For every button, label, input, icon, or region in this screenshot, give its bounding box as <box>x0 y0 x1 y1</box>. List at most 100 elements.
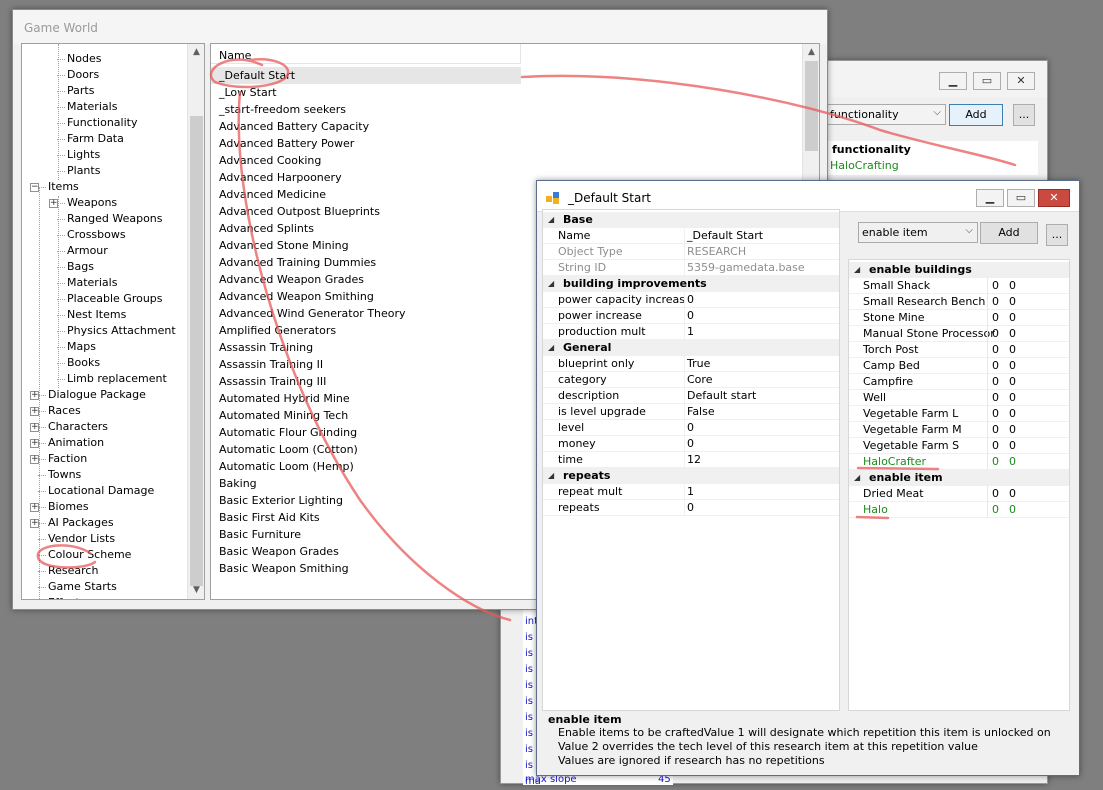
tree-node[interactable]: Armour <box>67 243 108 259</box>
tree-node[interactable]: Bags <box>67 259 94 275</box>
tree-node[interactable]: Items <box>48 179 79 195</box>
tree-node[interactable]: Parts <box>67 83 94 99</box>
reference-row[interactable]: Vegetable Farm M 00 <box>849 422 1069 438</box>
list-item[interactable]: Advanced Harpoonery <box>211 169 521 186</box>
property-value[interactable]: Default start <box>687 388 756 404</box>
tree-node[interactable]: Game Starts <box>48 579 117 595</box>
partial-list-item[interactable]: is <box>525 710 533 726</box>
reference-type-combo[interactable]: functionality ⌵ <box>826 104 946 125</box>
reference-row[interactable]: Halo 0 0 <box>849 502 1069 518</box>
property-row[interactable]: Name _Default Start <box>543 228 839 244</box>
list-item[interactable]: Advanced Outpost Blueprints <box>211 203 521 220</box>
property-value[interactable]: 1 <box>687 484 694 500</box>
add-button[interactable]: Add <box>980 222 1038 244</box>
list-item[interactable]: Advanced Battery Power <box>211 135 521 152</box>
list-item[interactable]: Advanced Battery Capacity <box>211 118 521 135</box>
list-item[interactable]: _start-freedom seekers <box>211 101 521 118</box>
property-row[interactable]: money 0 <box>543 436 839 452</box>
value-1[interactable]: 0 <box>992 486 999 502</box>
property-row[interactable]: level 0 <box>543 420 839 436</box>
property-value[interactable]: False <box>687 404 715 420</box>
property-row[interactable]: category Core <box>543 372 839 388</box>
tree-node[interactable]: Locational Damage <box>48 483 154 499</box>
collapse-arrow-icon[interactable]: ◢ <box>854 262 860 278</box>
value-2[interactable]: 0 <box>1009 342 1016 358</box>
tree-node[interactable]: AI Packages <box>48 515 114 531</box>
collapse-icon[interactable]: − <box>30 183 39 192</box>
value-1[interactable]: 0 <box>992 358 999 374</box>
value-1[interactable]: 0 <box>992 374 999 390</box>
property-value[interactable]: 0 <box>687 420 694 436</box>
tree-node[interactable]: Doors <box>67 67 99 83</box>
list-item[interactable]: Advanced Wind Generator Theory <box>211 305 521 322</box>
value-1[interactable]: 0 <box>992 342 999 358</box>
list-item[interactable]: Advanced Cooking <box>211 152 521 169</box>
more-button[interactable]: ... <box>1013 104 1035 126</box>
collapse-arrow-icon[interactable]: ◢ <box>548 468 554 484</box>
tree-node[interactable]: Colour Scheme <box>48 547 131 563</box>
tree-node[interactable]: Weapons <box>67 195 117 211</box>
minimize-button[interactable]: ▁ <box>976 189 1004 207</box>
reference-row[interactable]: Vegetable Farm L 00 <box>849 406 1069 422</box>
reference-row[interactable]: Well 0 0 <box>849 390 1069 406</box>
tree-node[interactable]: Placeable Groups <box>67 291 163 307</box>
list-item[interactable]: _Default Start <box>211 67 521 84</box>
property-value[interactable]: _Default Start <box>687 228 763 244</box>
value-2[interactable]: 0 <box>1009 310 1016 326</box>
tree-node[interactable]: Materials <box>67 275 117 291</box>
value-1[interactable]: 0 <box>992 294 999 310</box>
property-value[interactable]: 1 <box>687 324 694 340</box>
section-header[interactable]: ◢ Base <box>543 212 839 228</box>
maximize-button[interactable]: ▭ <box>973 72 1001 90</box>
collapse-arrow-icon[interactable]: ◢ <box>548 340 554 356</box>
tree-node[interactable]: Characters <box>48 419 108 435</box>
reference-row[interactable]: Dried Meat 0 0 <box>849 486 1069 502</box>
property-grid[interactable]: ◢ Base Name _Default Start Object Type RESEAR… <box>542 209 840 711</box>
tree-node[interactable]: Ranged Weapons <box>67 211 163 227</box>
scroll-thumb[interactable] <box>805 61 818 151</box>
category-tree[interactable]: Nodes Doors Parts Materials Functionality Far… <box>21 43 205 600</box>
tree-node[interactable]: Farm Data <box>67 131 124 147</box>
value-2[interactable]: 0 <box>1009 294 1016 310</box>
close-button[interactable]: ✕ <box>1038 189 1070 207</box>
list-item[interactable]: Basic Weapon Grades <box>211 543 521 560</box>
tree-node[interactable]: Towns <box>48 467 81 483</box>
section-header[interactable]: ◢ General <box>543 340 839 356</box>
value-1[interactable]: 0 <box>992 326 999 342</box>
property-row[interactable]: time 12 <box>543 452 839 468</box>
tree-node[interactable]: Functionality <box>67 115 137 131</box>
tree-node[interactable]: Crossbows <box>67 227 126 243</box>
value-2[interactable]: 0 <box>1009 326 1016 342</box>
tree-node[interactable]: Materials <box>67 99 117 115</box>
reference-list[interactable]: ◢ enable buildings Small Shack 0 0 Small Rese… <box>848 259 1070 711</box>
tree-node[interactable]: Research <box>48 563 98 579</box>
reference-row[interactable]: Camp Bed 0 0 <box>849 358 1069 374</box>
tree-node[interactable]: Nest Items <box>67 307 126 323</box>
value-1[interactable]: 0 <box>992 390 999 406</box>
partial-list-item[interactable]: is <box>525 726 533 742</box>
value-1[interactable]: 0 <box>992 454 999 470</box>
property-value[interactable]: 0 <box>687 500 694 516</box>
property-value[interactable]: 0 <box>687 292 694 308</box>
property-row[interactable]: Object Type RESEARCH <box>543 244 839 260</box>
maximize-button[interactable]: ▭ <box>1007 189 1035 207</box>
reference-row[interactable]: Vegetable Farm S 00 <box>849 438 1069 454</box>
property-row[interactable]: String ID 5359-gamedata.base <box>543 260 839 276</box>
property-value[interactable]: RESEARCH <box>687 244 746 260</box>
tree-node[interactable]: Lights <box>67 147 100 163</box>
tree-node[interactable]: Plants <box>67 163 100 179</box>
section-header[interactable]: ◢ repeats <box>543 468 839 484</box>
property-value[interactable]: 12 <box>687 452 701 468</box>
tree-node[interactable]: Physics Attachment <box>67 323 176 339</box>
green-item[interactable]: HaloCrafting <box>830 159 899 172</box>
list-item[interactable]: Assassin Training II <box>211 356 521 373</box>
property-row[interactable]: power capacity increase 0 <box>543 292 839 308</box>
property-value[interactable]: Core <box>687 372 712 388</box>
list-item[interactable]: Basic Weapon Smithing <box>211 560 521 577</box>
expand-icon[interactable]: + <box>30 455 39 464</box>
list-item[interactable]: Assassin Training <box>211 339 521 356</box>
column-header-name[interactable]: Name <box>211 44 521 64</box>
property-value[interactable]: 0 <box>687 308 694 324</box>
list-item[interactable]: Automated Hybrid Mine <box>211 390 521 407</box>
list-item[interactable]: _Low Start <box>211 84 521 101</box>
